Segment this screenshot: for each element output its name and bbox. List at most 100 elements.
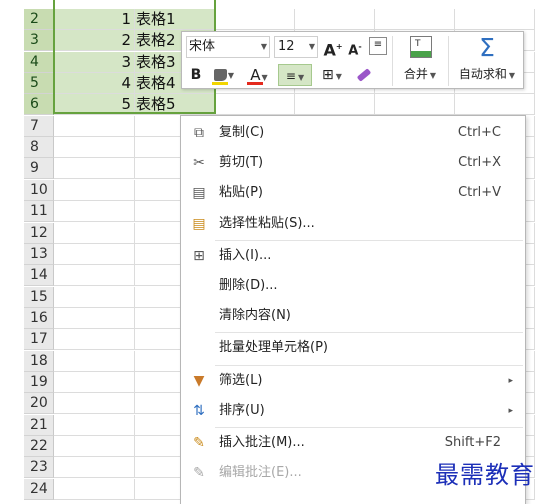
cell[interactable] [54,414,135,436]
merge-cells-icon: T [410,36,432,58]
bold-button[interactable]: B [186,64,206,86]
cell[interactable] [54,201,135,223]
cell[interactable] [375,94,455,116]
cell[interactable] [54,457,135,479]
cell[interactable]: 1 [54,9,135,30]
cell[interactable]: 表格5 [135,94,215,116]
row-header[interactable]: 13 [24,243,54,265]
grow-font-button[interactable]: A+ [322,36,344,59]
cell[interactable]: 2 [54,30,135,52]
cell[interactable] [295,9,375,30]
menu-item-shortcut: Shift+F2 [444,435,501,450]
row-header[interactable]: 18 [24,350,54,372]
row-header[interactable]: 5 [24,73,54,95]
merge-button[interactable]: T 合并 ▼ [398,34,442,86]
insert-icon: ⊞ [193,247,205,264]
menu-item-label: 删除(D)... [219,278,278,293]
context-menu-item[interactable]: 清除内容(N) [181,301,525,331]
row-header[interactable]: 4 [24,51,54,73]
row-header[interactable]: 11 [24,201,54,223]
cell[interactable]: 表格1 [135,9,215,30]
font-name-select[interactable]: 宋体 ▼ [186,36,270,58]
row-header[interactable]: 20 [24,393,54,415]
toolbar-divider [448,36,449,86]
row-header[interactable]: 23 [24,457,54,479]
cell[interactable] [54,137,135,159]
row-header[interactable]: 9 [24,158,54,180]
cell[interactable] [54,436,135,457]
row-header[interactable]: 17 [24,329,54,351]
row-header[interactable]: 10 [24,179,54,201]
row-header[interactable]: 24 [24,478,54,500]
brush-icon [356,67,372,82]
watermark-text: 最需教育 [435,461,535,489]
context-menu-item[interactable]: 批量处理单元格(P) [181,333,525,363]
paint-bucket-icon [213,68,227,81]
row-header[interactable]: 22 [24,436,54,457]
cut-icon: ✂ [193,155,205,172]
cell[interactable] [54,307,135,329]
context-menu-item[interactable]: ✂ 剪切(T) Ctrl+X [181,148,525,178]
cell[interactable] [54,350,135,372]
cell[interactable] [455,9,535,30]
font-color-button[interactable]: A▼ [244,64,274,86]
row-header[interactable]: 3 [24,30,54,52]
menu-item-shortcut: Ctrl+C [457,125,501,140]
cell[interactable] [54,158,135,180]
cell[interactable] [54,393,135,415]
row-header[interactable]: 19 [24,371,54,393]
cell[interactable] [54,371,135,393]
cell[interactable]: 4 [54,73,135,95]
context-menu-item[interactable]: ▤ 选择性粘贴(S)... [181,209,525,239]
mini-toolbar: 宋体▼ 12▼ A+ A- ≡ B ▼ A▼ ≡▼ ⊞▼ T 合并▼ [181,31,524,89]
align-center-icon: ≡ [285,69,296,83]
row-header[interactable]: 6 [24,94,54,116]
context-menu-item[interactable]: ▼ 筛选(L) ▸ [181,366,525,396]
cell[interactable] [215,94,295,116]
cell[interactable] [295,94,375,116]
cell[interactable]: 3 [54,51,135,73]
context-menu: ⧉ 复制(C) Ctrl+C ✂ 剪切(T) Ctrl+X ▤ 粘贴(P) Ctrl+V ▤ 选择性… [180,115,526,504]
row-header[interactable]: 8 [24,137,54,159]
cell[interactable] [54,243,135,265]
menu-item-label: 选择性粘贴(S)... [219,215,315,231]
fill-color-button[interactable]: ▼ [209,64,239,86]
context-menu-item[interactable]: 删除(D)... [181,271,525,301]
context-menu-item[interactable]: ⊞ 插入(I)... [181,241,525,271]
submenu-arrow-icon: ▸ [508,405,513,416]
row-header[interactable]: 16 [24,307,54,329]
cell[interactable] [54,286,135,308]
menu-item-label: 编辑批注(E)... [219,465,302,481]
cell[interactable] [54,222,135,244]
sheet-row: 6 5 表格5 [0,94,555,116]
cell[interactable] [375,9,455,30]
context-menu-item[interactable]: ⇅ 排序(U) ▸ [181,396,525,426]
cell[interactable] [54,265,135,287]
edit-comment-icon: ✎ [193,465,205,482]
context-menu-item[interactable]: ▤ 粘贴(P) Ctrl+V [181,178,525,208]
context-menu-item[interactable]: ⧉ 复制(C) Ctrl+C [181,118,525,148]
cell[interactable] [54,179,135,201]
border-button[interactable]: ⊞ ▼ [316,64,348,86]
cell[interactable] [54,478,135,500]
cell[interactable] [54,329,135,351]
shrink-font-button[interactable]: A- [345,36,365,58]
sort-icon: ⇅ [193,402,205,419]
row-header[interactable]: 12 [24,222,54,244]
menu-item-label: 插入批注(M)... [219,435,305,450]
font-size-select[interactable]: 12 ▼ [274,36,318,58]
format-cells-icon[interactable]: ≡ [369,37,387,55]
row-header[interactable]: 21 [24,414,54,436]
row-header[interactable]: 2 [24,9,54,30]
cell[interactable] [215,9,295,30]
align-button[interactable]: ≡ ▼ [278,64,312,86]
cell[interactable]: 5 [54,94,135,116]
row-header[interactable]: 14 [24,265,54,287]
autosum-button[interactable]: Σ 自动求和 ▼ [452,34,522,86]
row-header[interactable]: 15 [24,286,54,308]
cell[interactable] [54,115,135,137]
format-painter-button[interactable] [352,64,376,86]
cell[interactable] [455,94,535,116]
row-header[interactable]: 7 [24,115,54,137]
context-menu-item[interactable]: ✎ 插入批注(M)... Shift+F2 [181,428,525,458]
